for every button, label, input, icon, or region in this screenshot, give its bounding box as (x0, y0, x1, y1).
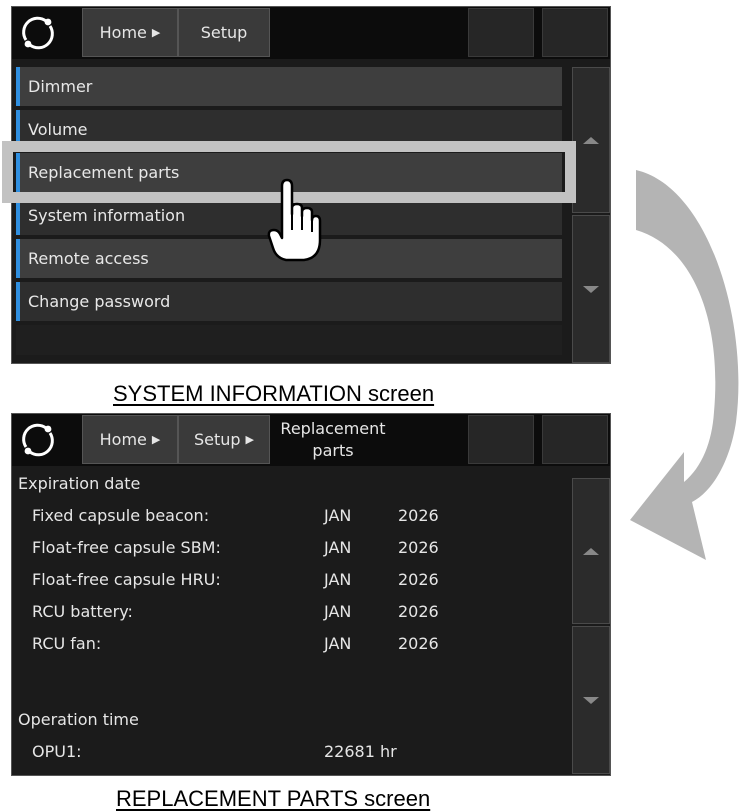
expiration-date-heading: Expiration date (18, 474, 141, 493)
expiration-row: Float-free capsule SBM: JAN 2026 (32, 538, 439, 557)
operation-time-heading: Operation time (18, 710, 139, 729)
menu-item-change-password[interactable]: Change password (16, 282, 562, 321)
header-blank-button-1[interactable] (468, 8, 534, 57)
breadcrumb-setup-button[interactable]: Setup (178, 8, 270, 57)
scroll-up-icon (583, 547, 599, 555)
header-bar: Home ▶ Setup ▶ Replacement parts (12, 414, 610, 466)
replacement-parts-screen: Home ▶ Setup ▶ Replacement parts Expiratio… (11, 413, 611, 776)
menu-item-empty (16, 325, 562, 355)
chevron-right-icon: ▶ (151, 26, 161, 39)
header-blank-button-1[interactable] (468, 415, 534, 464)
refresh-logo-icon[interactable] (19, 421, 57, 459)
operation-row: OPU1: 22681 hr (32, 742, 397, 761)
expiration-row: RCU fan: JAN 2026 (32, 634, 439, 653)
expiration-row: Float-free capsule HRU: JAN 2026 (32, 570, 439, 589)
menu-item-dimmer[interactable]: Dimmer (16, 67, 562, 106)
expiration-row: RCU battery: JAN 2026 (32, 602, 439, 621)
scroll-down-icon (583, 696, 599, 704)
pointing-hand-icon (267, 178, 322, 262)
header-blank-button-2[interactable] (542, 415, 608, 464)
header-bar: Home ▶ Setup (12, 7, 610, 59)
expiration-row: Fixed capsule beacon: JAN 2026 (32, 506, 439, 525)
breadcrumb-home-button[interactable]: Home ▶ (82, 415, 178, 464)
refresh-logo-icon[interactable] (19, 14, 57, 52)
system-information-caption: SYSTEM INFORMATION screen (113, 381, 435, 406)
replacement-parts-caption: REPLACEMENT PARTS screen (116, 786, 431, 811)
chevron-right-icon: ▶ (245, 433, 255, 446)
chevron-right-icon: ▶ (151, 433, 161, 446)
scroll-up-icon (583, 136, 599, 144)
breadcrumb-home-button[interactable]: Home ▶ (82, 8, 178, 57)
scroll-up-button[interactable] (572, 478, 610, 624)
breadcrumb-setup-button[interactable]: Setup ▶ (178, 415, 270, 464)
breadcrumb-current-replacement-parts: Replacement parts (270, 415, 396, 464)
scroll-down-button[interactable] (572, 626, 610, 774)
header-blank-button-2[interactable] (542, 8, 608, 57)
